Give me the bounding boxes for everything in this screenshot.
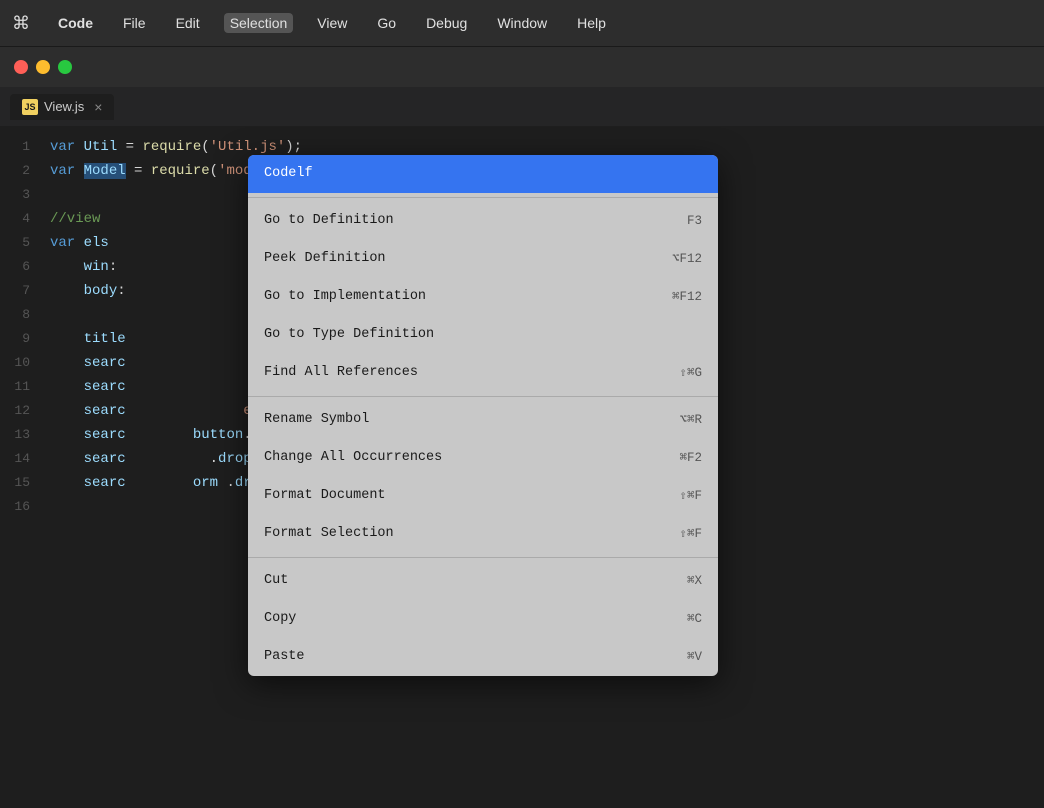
context-menu-item-rename-symbol[interactable]: Rename Symbol ⌥⌘R bbox=[248, 401, 718, 439]
context-menu: Codelf Go to Definition F3 Peek Definiti… bbox=[248, 155, 718, 676]
context-menu-item-copy[interactable]: Copy ⌘C bbox=[248, 600, 718, 638]
menu-code[interactable]: Code bbox=[52, 13, 99, 33]
context-menu-shortcut: ⇧⌘F bbox=[679, 484, 702, 508]
context-menu-item-label: Format Selection bbox=[264, 522, 394, 546]
context-menu-item-format-document[interactable]: Format Document ⇧⌘F bbox=[248, 477, 718, 515]
maximize-window-button[interactable] bbox=[58, 60, 72, 74]
tab-close-button[interactable]: × bbox=[94, 99, 102, 115]
context-menu-shortcut: ⇧⌘G bbox=[679, 361, 702, 385]
close-window-button[interactable] bbox=[14, 60, 28, 74]
menubar: ⌘ Code File Edit Selection View Go Debug… bbox=[0, 0, 1044, 47]
context-menu-item-find-all-references[interactable]: Find All References ⇧⌘G bbox=[248, 354, 718, 392]
menu-go[interactable]: Go bbox=[371, 13, 402, 33]
context-menu-item-go-to-type-definition[interactable]: Go to Type Definition bbox=[248, 316, 718, 354]
context-menu-shortcut: ⌥⌘R bbox=[679, 408, 702, 432]
apple-menu-icon[interactable]: ⌘ bbox=[12, 13, 30, 34]
context-menu-shortcut: ⇧⌘F bbox=[679, 522, 702, 546]
context-menu-item-label: Go to Implementation bbox=[264, 285, 426, 309]
context-menu-shortcut: ⌥F12 bbox=[672, 247, 702, 271]
menu-edit[interactable]: Edit bbox=[170, 13, 206, 33]
context-menu-divider bbox=[248, 396, 718, 397]
context-menu-item-label: Go to Definition bbox=[264, 209, 394, 233]
context-menu-shortcut: F3 bbox=[687, 209, 702, 233]
context-menu-item-label: Find All References bbox=[264, 361, 418, 385]
minimize-window-button[interactable] bbox=[36, 60, 50, 74]
context-menu-item-codelf[interactable]: Codelf bbox=[248, 155, 718, 193]
context-menu-item-format-selection[interactable]: Format Selection ⇧⌘F bbox=[248, 515, 718, 553]
menu-selection[interactable]: Selection bbox=[224, 13, 294, 33]
context-menu-item-label: Format Document bbox=[264, 484, 386, 508]
window-controls bbox=[0, 47, 1044, 87]
js-file-icon: JS bbox=[22, 99, 38, 115]
context-menu-shortcut: ⌘V bbox=[687, 645, 702, 669]
menu-file[interactable]: File bbox=[117, 13, 152, 33]
context-menu-divider bbox=[248, 557, 718, 558]
context-menu-item-change-all-occurrences[interactable]: Change All Occurrences ⌘F2 bbox=[248, 439, 718, 477]
menu-view[interactable]: View bbox=[311, 13, 353, 33]
context-menu-shortcut: ⌘C bbox=[687, 607, 702, 631]
tab-viewjs[interactable]: JS View.js × bbox=[10, 94, 114, 120]
context-menu-item-label: Change All Occurrences bbox=[264, 446, 442, 470]
context-menu-item-label: Codelf bbox=[264, 162, 313, 186]
context-menu-divider bbox=[248, 197, 718, 198]
tab-filename: View.js bbox=[44, 99, 84, 114]
menu-window[interactable]: Window bbox=[491, 13, 553, 33]
context-menu-shortcut: ⌘X bbox=[687, 569, 702, 593]
context-menu-item-label: Peek Definition bbox=[264, 247, 386, 271]
context-menu-item-go-to-definition[interactable]: Go to Definition F3 bbox=[248, 202, 718, 240]
context-menu-shortcut: ⌘F2 bbox=[679, 446, 702, 470]
context-menu-item-label: Go to Type Definition bbox=[264, 323, 434, 347]
context-menu-item-label: Rename Symbol bbox=[264, 408, 369, 432]
tab-bar: JS View.js × bbox=[0, 87, 1044, 127]
menu-help[interactable]: Help bbox=[571, 13, 612, 33]
editor-area[interactable]: 1 var Util = require('Util.js'); 2 var M… bbox=[0, 127, 1044, 808]
context-menu-item-label: Copy bbox=[264, 607, 296, 631]
context-menu-item-go-to-implementation[interactable]: Go to Implementation ⌘F12 bbox=[248, 278, 718, 316]
context-menu-item-label: Paste bbox=[264, 645, 305, 669]
context-menu-item-cut[interactable]: Cut ⌘X bbox=[248, 562, 718, 600]
context-menu-shortcut: ⌘F12 bbox=[672, 285, 702, 309]
context-menu-item-label: Cut bbox=[264, 569, 288, 593]
context-menu-item-paste[interactable]: Paste ⌘V bbox=[248, 638, 718, 676]
context-menu-item-peek-definition[interactable]: Peek Definition ⌥F12 bbox=[248, 240, 718, 278]
menu-debug[interactable]: Debug bbox=[420, 13, 473, 33]
